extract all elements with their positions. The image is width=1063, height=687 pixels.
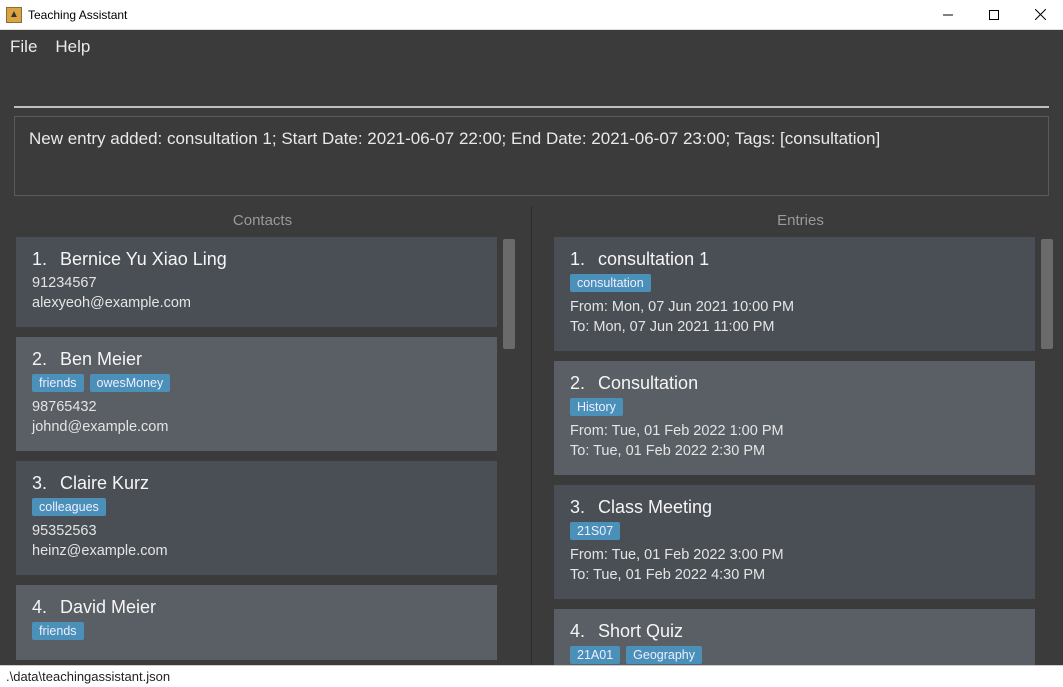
entries-scrollbar[interactable]	[1041, 239, 1053, 349]
minimize-button[interactable]	[925, 0, 971, 30]
result-display: New entry added: consultation 1; Start D…	[14, 116, 1049, 196]
entries-panel: Entries 1. consultation 1 consultation Fro…	[546, 206, 1055, 665]
contact-email: alexyeoh@example.com	[32, 294, 481, 314]
contacts-panel: Contacts 1. Bernice Yu Xiao Ling 91234567…	[8, 206, 517, 665]
contact-title: 3. Claire Kurz	[32, 473, 481, 494]
contact-phone: 91234567	[32, 274, 481, 294]
entries-header: Entries	[546, 206, 1055, 237]
tag: friends	[32, 374, 84, 392]
entry-to: To: Tue, 01 Feb 2022 4:30 PM	[570, 566, 1019, 586]
contact-card[interactable]: 2. Ben Meier friends owesMoney 98765432john…	[16, 337, 497, 451]
contact-card[interactable]: 3. Claire Kurz colleagues 95352563heinz@ex…	[16, 461, 497, 575]
entry-tags: 21A01 Geography	[570, 646, 1019, 664]
window-title: Teaching Assistant	[28, 8, 925, 22]
contacts-list[interactable]: 1. Bernice Yu Xiao Ling 91234567alexyeoh@…	[8, 237, 517, 665]
contact-phone: 95352563	[32, 522, 481, 542]
contact-email: heinz@example.com	[32, 542, 481, 562]
contact-tags: colleagues	[32, 498, 481, 516]
tag: History	[570, 398, 623, 416]
entry-card[interactable]: 3. Class Meeting 21S07 From: Tue, 01 Feb 2…	[554, 485, 1035, 599]
close-button[interactable]	[1017, 0, 1063, 30]
entry-title: 4. Short Quiz	[570, 621, 1019, 642]
tag: 21S07	[570, 522, 620, 540]
entry-title: 1. consultation 1	[570, 249, 1019, 270]
entry-tags: consultation	[570, 274, 1019, 292]
entry-card[interactable]: 4. Short Quiz 21A01 Geography	[554, 609, 1035, 665]
command-input[interactable]	[14, 70, 1049, 108]
entry-title: 3. Class Meeting	[570, 497, 1019, 518]
tag: friends	[32, 622, 84, 640]
contacts-header: Contacts	[8, 206, 517, 237]
contact-title: 4. David Meier	[32, 597, 481, 618]
contact-title: 2. Ben Meier	[32, 349, 481, 370]
entry-card[interactable]: 2. Consultation History From: Tue, 01 Feb …	[554, 361, 1035, 475]
app-icon: ▲	[6, 7, 22, 23]
tag: consultation	[570, 274, 651, 292]
panel-divider	[531, 206, 532, 665]
tag: owesMoney	[90, 374, 171, 392]
entry-to: To: Mon, 07 Jun 2021 11:00 PM	[570, 318, 1019, 338]
entry-card[interactable]: 1. consultation 1 consultation From: Mon, …	[554, 237, 1035, 351]
status-path: .\data\teachingassistant.json	[6, 669, 170, 684]
contacts-scrollbar[interactable]	[503, 239, 515, 349]
menubar: File Help	[0, 30, 1063, 64]
entry-from: From: Mon, 07 Jun 2021 10:00 PM	[570, 298, 1019, 318]
tag: colleagues	[32, 498, 106, 516]
contact-email: johnd@example.com	[32, 418, 481, 438]
menu-help[interactable]: Help	[55, 37, 90, 57]
entry-tags: History	[570, 398, 1019, 416]
entry-from: From: Tue, 01 Feb 2022 3:00 PM	[570, 546, 1019, 566]
contact-tags: friends	[32, 622, 481, 640]
entry-from: From: Tue, 01 Feb 2022 1:00 PM	[570, 422, 1019, 442]
entries-list[interactable]: 1. consultation 1 consultation From: Mon, …	[546, 237, 1055, 665]
menu-file[interactable]: File	[10, 37, 37, 57]
tag: Geography	[626, 646, 702, 664]
contact-card[interactable]: 1. Bernice Yu Xiao Ling 91234567alexyeoh@…	[16, 237, 497, 327]
tag: 21A01	[570, 646, 620, 664]
contact-tags: friends owesMoney	[32, 374, 481, 392]
contact-phone: 98765432	[32, 398, 481, 418]
statusbar: .\data\teachingassistant.json	[0, 665, 1063, 687]
entry-to: To: Tue, 01 Feb 2022 2:30 PM	[570, 442, 1019, 462]
contact-title: 1. Bernice Yu Xiao Ling	[32, 249, 481, 270]
maximize-button[interactable]	[971, 0, 1017, 30]
entry-title: 2. Consultation	[570, 373, 1019, 394]
titlebar: ▲ Teaching Assistant	[0, 0, 1063, 30]
contact-card[interactable]: 4. David Meier friends	[16, 585, 497, 660]
entry-tags: 21S07	[570, 522, 1019, 540]
